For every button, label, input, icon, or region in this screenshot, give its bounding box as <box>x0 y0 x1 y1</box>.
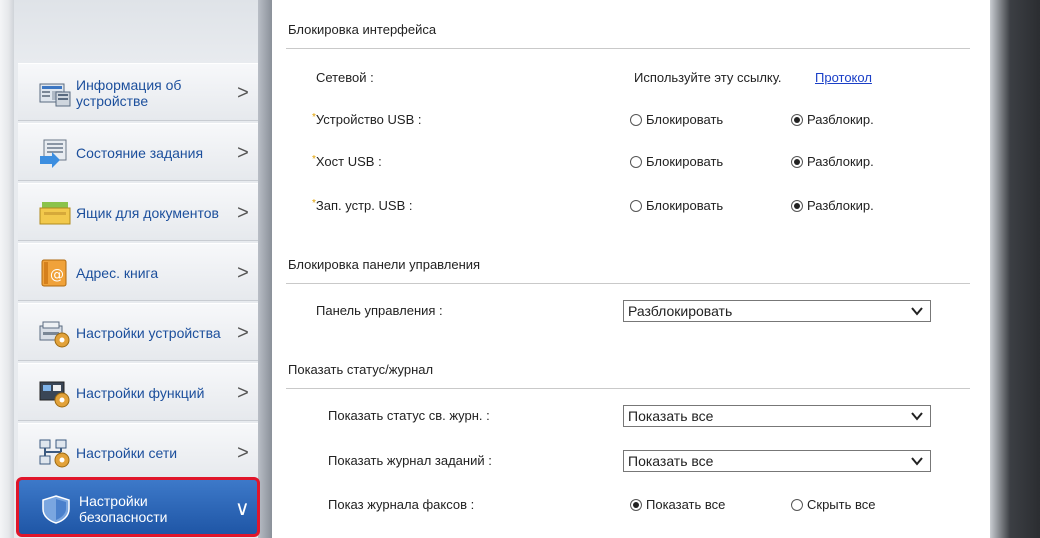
sidebar-edge <box>258 0 272 538</box>
sidebar-item-label: Настройки функций <box>76 385 205 401</box>
section-title-panel-lock: Блокировка панели управления <box>288 257 481 272</box>
sidebar-item-label: Настройки устройства <box>76 325 221 341</box>
sidebar-item-label: Ящик для документов <box>76 205 219 221</box>
radio-circle <box>630 199 642 212</box>
radio-label: Скрыть все <box>807 497 876 512</box>
device-info-icon <box>38 78 72 108</box>
radio-label: Блокировать <box>646 154 724 169</box>
window-right-frame <box>990 0 1040 538</box>
sidebar-item-network-settings[interactable]: Настройки сети > <box>18 423 258 481</box>
sidebar-item-job-status[interactable]: Состояние задания > <box>18 123 258 181</box>
section-title-interface-lock: Блокировка интерфейса <box>288 22 437 37</box>
protocol-link[interactable]: Протокол <box>815 70 872 85</box>
sidebar-item-security-settings[interactable]: Настройки безопасности ∨ <box>16 477 260 537</box>
radio-label: Разблокир. <box>807 154 874 169</box>
job-log-label: Показать журнал заданий : <box>328 453 492 468</box>
control-panel-select[interactable]: Разблокировать <box>623 300 931 322</box>
device-settings-icon <box>38 318 72 348</box>
sidebar-item-device-info[interactable]: Информация об устройстве > <box>18 63 258 121</box>
radio-circle <box>791 498 803 511</box>
chevron-right-icon: > <box>237 382 249 404</box>
usb-device-lock-radio[interactable]: Блокировать <box>630 112 723 127</box>
sidebar-item-label: Состояние задания <box>76 145 204 161</box>
chevron-right-icon: > <box>237 442 249 464</box>
svg-text:@: @ <box>50 267 64 283</box>
main-content: Блокировка интерфейса Сетевой : Использу… <box>272 0 990 538</box>
select-value: Показать все <box>628 408 714 424</box>
chevron-right-icon: > <box>237 82 249 104</box>
window-left-frame <box>0 0 14 538</box>
sidebar-item-label: Настройки сети <box>76 445 178 461</box>
status-log-select[interactable]: Показать все <box>623 405 931 427</box>
radio-circle <box>630 498 642 511</box>
chevron-down-icon <box>911 307 923 316</box>
usb-storage-lock-radio[interactable]: Блокировать <box>630 198 723 213</box>
chevron-right-icon: > <box>237 322 249 344</box>
usb-host-unlock-radio[interactable]: Разблокир. <box>791 154 874 169</box>
network-label: Сетевой : <box>316 70 374 85</box>
status-log-label: Показать статус св. журн. : <box>328 408 490 423</box>
divider <box>286 48 970 49</box>
section-title-status-log: Показать статус/журнал <box>288 362 434 377</box>
fax-log-hide-radio[interactable]: Скрыть все <box>791 497 875 512</box>
sidebar-item-function-settings[interactable]: Настройки функций > <box>18 363 258 421</box>
divider <box>286 388 970 389</box>
chevron-right-icon: > <box>237 202 249 224</box>
network-hint-text: Используйте эту ссылку. <box>634 70 782 85</box>
usb-storage-unlock-radio[interactable]: Разблокир. <box>791 198 874 213</box>
usb-device-label: *Устройство USB : <box>312 112 422 127</box>
sidebar-item-label: Информация об устройстве <box>76 77 182 109</box>
select-value: Разблокировать <box>628 303 733 319</box>
network-settings-icon <box>38 438 72 468</box>
radio-circle <box>791 155 803 168</box>
job-log-select[interactable]: Показать все <box>623 450 931 472</box>
usb-host-label: *Хост USB : <box>312 154 382 169</box>
usb-host-lock-radio[interactable]: Блокировать <box>630 154 723 169</box>
sidebar-item-document-box[interactable]: Ящик для документов > <box>18 183 258 241</box>
fax-log-label: Показ журнала факсов : <box>328 497 475 512</box>
security-shield-icon <box>39 494 73 524</box>
sidebar-item-label: Адрес. книга <box>76 265 159 281</box>
select-value: Показать все <box>628 453 714 469</box>
radio-label: Разблокир. <box>807 198 874 213</box>
sidebar-item-address-book[interactable]: @ Адрес. книга > <box>18 243 258 301</box>
divider <box>286 283 970 284</box>
chevron-right-icon: > <box>237 142 249 164</box>
radio-label: Разблокир. <box>807 112 874 127</box>
radio-label: Показать все <box>646 497 726 512</box>
chevron-down-icon <box>911 412 923 421</box>
radio-circle <box>630 113 642 126</box>
chevron-right-icon: > <box>237 262 249 284</box>
address-book-icon: @ <box>38 258 72 288</box>
control-panel-label: Панель управления : <box>316 303 443 318</box>
chevron-down-icon <box>911 457 923 466</box>
usb-device-unlock-radio[interactable]: Разблокир. <box>791 112 874 127</box>
document-box-icon <box>38 198 72 228</box>
radio-circle <box>791 199 803 212</box>
job-status-icon <box>38 138 72 168</box>
radio-circle <box>791 113 803 126</box>
radio-circle <box>630 155 642 168</box>
function-settings-icon <box>38 378 72 408</box>
radio-label: Блокировать <box>646 112 724 127</box>
chevron-down-icon: ∨ <box>235 498 250 520</box>
usb-storage-label: *Зап. устр. USB : <box>312 198 413 213</box>
fax-log-show-radio[interactable]: Показать все <box>630 497 725 512</box>
sidebar-item-label: Настройки безопасности <box>79 493 168 525</box>
radio-label: Блокировать <box>646 198 724 213</box>
sidebar-header <box>14 0 258 63</box>
sidebar-item-device-settings[interactable]: Настройки устройства > <box>18 303 258 361</box>
